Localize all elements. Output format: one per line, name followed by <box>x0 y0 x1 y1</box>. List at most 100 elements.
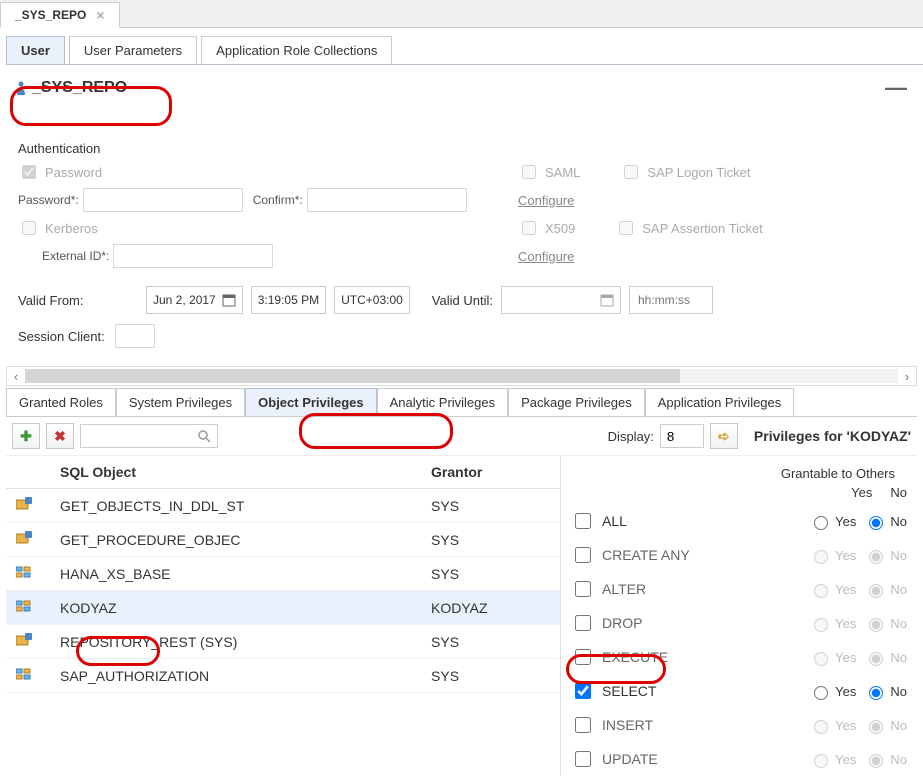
scroll-left-icon[interactable]: ‹ <box>7 369 25 384</box>
display-count-input[interactable] <box>660 424 704 448</box>
grantable-yes-radio[interactable] <box>814 618 828 632</box>
password-field-label: Password*: <box>18 193 79 207</box>
go-button[interactable]: ➪ <box>710 423 738 449</box>
privilege-row: UPDATE Yes No <box>561 742 917 776</box>
privilege-checkbox[interactable] <box>575 547 591 563</box>
privilege-checkbox[interactable] <box>575 751 591 767</box>
column-sql-object[interactable]: SQL Object <box>50 456 421 489</box>
search-icon <box>197 429 211 443</box>
object-type-icon <box>16 667 32 681</box>
privilege-row: ALTER Yes No <box>561 572 917 606</box>
yes-no-header: YesNo <box>561 485 917 504</box>
privilege-name: DROP <box>602 615 642 631</box>
sql-object-cell: GET_OBJECTS_IN_DDL_ST <box>50 489 421 523</box>
person-icon <box>16 80 26 96</box>
tab-granted-roles[interactable]: Granted Roles <box>6 388 116 416</box>
grantor-cell: SYS <box>421 557 560 591</box>
valid-until-time[interactable] <box>629 286 713 314</box>
tab-app-role-collections[interactable]: Application Role Collections <box>201 36 392 64</box>
sap-assertion-label: SAP Assertion Ticket <box>642 221 762 236</box>
grantable-yes-radio[interactable] <box>814 720 828 734</box>
session-client-input[interactable] <box>115 324 155 348</box>
grantable-yes-radio[interactable] <box>814 686 828 700</box>
grantable-no-radio[interactable] <box>869 686 883 700</box>
grantable-yes-radio[interactable] <box>814 516 828 530</box>
privilege-checkbox[interactable] <box>575 649 591 665</box>
grantable-no-radio[interactable] <box>869 618 883 632</box>
privilege-checkbox[interactable] <box>575 513 591 529</box>
tab-object-privileges[interactable]: Object Privileges <box>245 388 377 416</box>
calendar-icon[interactable] <box>222 293 236 307</box>
privilege-checkbox[interactable] <box>575 717 591 733</box>
privilege-name: CREATE ANY <box>602 547 690 563</box>
horizontal-scrollbar[interactable]: ‹ › <box>6 366 917 386</box>
configure-x509-link[interactable]: Configure <box>518 249 574 264</box>
valid-until-label: Valid Until: <box>432 293 493 308</box>
tab-label: System Privileges <box>129 395 232 410</box>
sql-object-cell: REPOSITORY_REST (SYS) <box>50 625 421 659</box>
table-row[interactable]: GET_OBJECTS_IN_DDL_STSYS <box>6 489 560 523</box>
user-title-text: _SYS_REPO <box>32 79 127 97</box>
privilege-checkbox[interactable] <box>575 581 591 597</box>
collapse-button[interactable]: — <box>885 75 907 101</box>
close-icon[interactable]: × <box>96 8 104 22</box>
kerberos-checkbox[interactable]: Kerberos <box>18 218 98 238</box>
scroll-right-icon[interactable]: › <box>898 369 916 384</box>
password-input[interactable] <box>83 188 243 212</box>
grantable-no-radio[interactable] <box>869 550 883 564</box>
object-table-panel: SQL Object Grantor GET_OBJECTS_IN_DDL_ST… <box>6 456 561 776</box>
grantable-no-radio[interactable] <box>869 754 883 768</box>
grantable-no-radio[interactable] <box>869 584 883 598</box>
valid-from-date[interactable]: Jun 2, 2017 <box>146 286 243 314</box>
valid-until-date[interactable] <box>501 286 621 314</box>
table-row[interactable]: HANA_XS_BASESYS <box>6 557 560 591</box>
privileges-for-label: Privileges for 'KODYAZ' <box>754 428 911 444</box>
privilege-name: INSERT <box>602 717 653 733</box>
privilege-name: ALL <box>602 513 627 529</box>
tab-application-privileges[interactable]: Application Privileges <box>645 388 795 416</box>
privilege-toolbar: ✚ ✖ Display: ➪ Privileges for 'KODYAZ' <box>6 417 917 456</box>
tab-user-parameters[interactable]: User Parameters <box>69 36 197 64</box>
valid-from-time[interactable]: 3:19:05 PM <box>251 286 326 314</box>
grantable-no-radio[interactable] <box>869 720 883 734</box>
grantable-yes-radio[interactable] <box>814 754 828 768</box>
grantable-no-radio[interactable] <box>869 652 883 666</box>
delete-button[interactable]: ✖ <box>46 423 74 449</box>
valid-from-row: Valid From: Jun 2, 2017 3:19:05 PM UTC+0… <box>0 282 923 318</box>
user-title: _SYS_REPO <box>16 79 127 97</box>
grantable-yes-radio[interactable] <box>814 652 828 666</box>
add-button[interactable]: ✚ <box>12 423 40 449</box>
grantable-yes-radio[interactable] <box>814 584 828 598</box>
privilege-checkbox[interactable] <box>575 615 591 631</box>
tab-system-privileges[interactable]: System Privileges <box>116 388 245 416</box>
table-row[interactable]: KODYAZKODYAZ <box>6 591 560 625</box>
table-row[interactable]: SAP_AUTHORIZATIONSYS <box>6 659 560 693</box>
tab-package-privileges[interactable]: Package Privileges <box>508 388 645 416</box>
window-tab[interactable]: _SYS_REPO × <box>0 2 120 28</box>
column-grantor[interactable]: Grantor <box>421 456 560 489</box>
confirm-input[interactable] <box>307 188 467 212</box>
sap-assertion-checkbox[interactable]: SAP Assertion Ticket <box>615 218 762 238</box>
grantable-no-radio[interactable] <box>869 516 883 530</box>
saml-checkbox[interactable]: SAML <box>518 162 580 182</box>
valid-until-time-input[interactable] <box>636 292 706 308</box>
external-id-input[interactable] <box>113 244 273 268</box>
grantor-cell: KODYAZ <box>421 591 560 625</box>
calendar-icon[interactable] <box>600 293 614 307</box>
search-input[interactable] <box>80 424 218 448</box>
tab-analytic-privileges[interactable]: Analytic Privileges <box>377 388 509 416</box>
x509-checkbox[interactable]: X509 <box>518 218 575 238</box>
grantable-yes-radio[interactable] <box>814 550 828 564</box>
valid-from-tz-value: UTC+03:00 <box>341 293 403 307</box>
password-checkbox[interactable]: Password <box>18 162 102 182</box>
sap-logon-checkbox[interactable]: SAP Logon Ticket <box>620 162 750 182</box>
table-row[interactable]: GET_PROCEDURE_OBJECSYS <box>6 523 560 557</box>
object-type-icon <box>16 565 32 579</box>
privilege-checkbox[interactable] <box>575 683 591 699</box>
privilege-row: EXECUTE Yes No <box>561 640 917 674</box>
privilege-list-panel: Grantable to Others YesNo ALL Yes NoCREA… <box>561 456 917 776</box>
table-row[interactable]: REPOSITORY_REST (SYS)SYS <box>6 625 560 659</box>
tab-user[interactable]: User <box>6 36 65 64</box>
configure-saml-link[interactable]: Configure <box>518 193 574 208</box>
valid-from-tz[interactable]: UTC+03:00 <box>334 286 410 314</box>
